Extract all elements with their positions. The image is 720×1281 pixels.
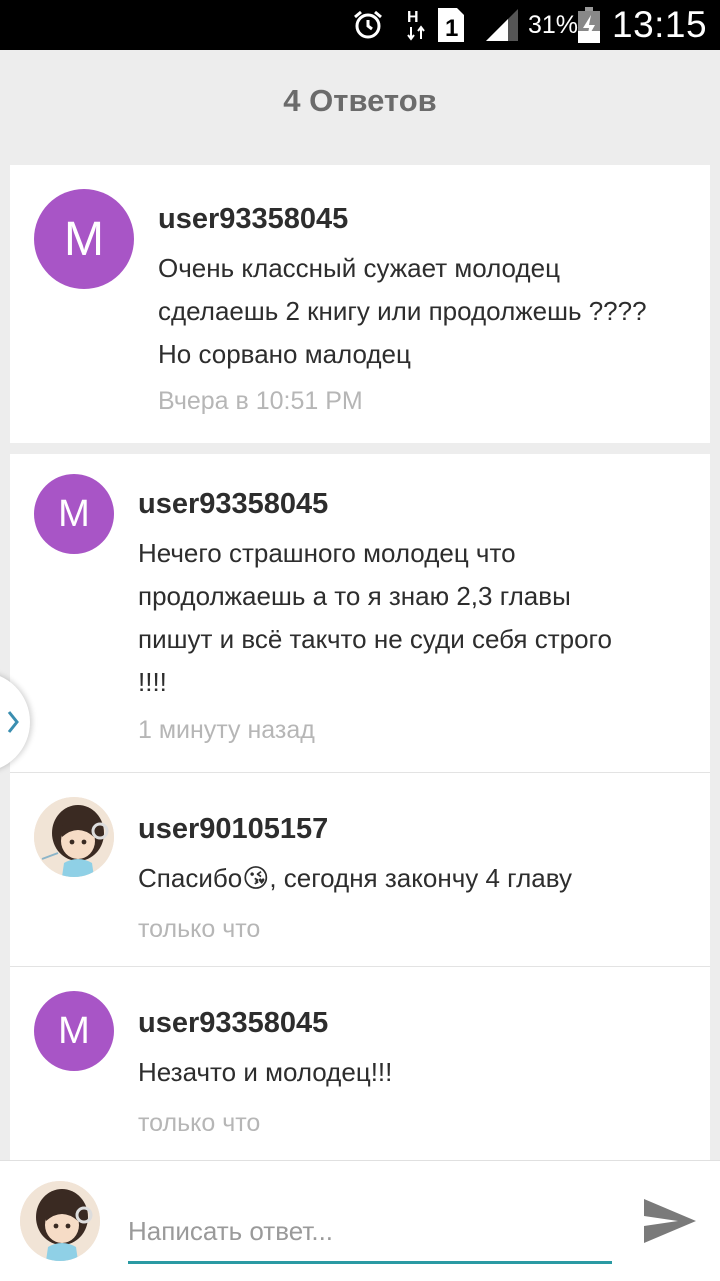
send-button[interactable] — [640, 1191, 700, 1251]
avatar[interactable]: M — [34, 991, 114, 1071]
username[interactable]: user90105157 — [138, 813, 328, 846]
comment-text-part: , сегодня закончу 4 главу — [269, 863, 572, 893]
parent-comment-card: M user93358045 Очень классный сужает мол… — [10, 165, 710, 443]
comment-timestamp: 1 минуту назад — [138, 716, 315, 744]
battery-charging-icon — [578, 0, 604, 50]
comment-text-part: Спасибо — [138, 863, 243, 893]
comment-text: Незачто и молодец!!! — [138, 1051, 698, 1094]
comment-timestamp: Вчера в 10:51 PM — [158, 387, 363, 415]
username[interactable]: user93358045 — [138, 488, 328, 521]
comment-timestamp: только что — [138, 1109, 261, 1137]
signal-icon — [484, 0, 524, 50]
avatar-letter: M — [64, 212, 104, 266]
reply-item[interactable]: user90105157 Спасибо😘, сегодня закончу 4… — [10, 773, 710, 966]
page-title: 4 Ответов — [283, 82, 437, 118]
comment-text-line: Очень классный сужает молодец — [158, 253, 560, 283]
sim-icon: 1 — [438, 0, 468, 50]
reply-item[interactable]: M user93358045 Нечего страшного молодец … — [10, 454, 710, 772]
comment-text-line: Но сорвано малодец — [158, 339, 411, 369]
comment-text: Нечего страшного молодец что продолжаешь… — [138, 532, 698, 704]
comment-text-line: сделаешь 2 книгу или продолжешь ???? — [158, 296, 647, 326]
avatar-letter: M — [58, 492, 90, 535]
avatar[interactable]: M — [34, 189, 134, 289]
reply-input[interactable] — [128, 1201, 612, 1264]
replies-card: M user93358045 Нечего страшного молодец … — [10, 454, 710, 1160]
comment-text-line: пишут и всё такчто не суди себя строго — [138, 624, 612, 654]
reply-bar — [0, 1160, 720, 1281]
username[interactable]: user93358045 — [158, 203, 348, 236]
svg-text:1: 1 — [445, 15, 458, 42]
network-h-icon: H — [404, 0, 430, 50]
kiss-emoji: 😘 — [242, 863, 270, 893]
avatar[interactable]: M — [34, 474, 114, 554]
current-user-avatar — [20, 1181, 100, 1261]
comment-text-line: !!!! — [138, 667, 167, 697]
username[interactable]: user93358045 — [138, 1007, 328, 1040]
reply-item[interactable]: M user93358045 Незачто и молодец!!! толь… — [10, 967, 710, 1160]
comment-item[interactable]: M user93358045 Очень классный сужает мол… — [10, 165, 710, 443]
svg-text:H: H — [407, 9, 419, 26]
comment-text-line: продолжаешь а то я знаю 2,3 главы — [138, 581, 571, 611]
anime-girl-avatar[interactable] — [34, 797, 114, 877]
comment-text-line: Незачто и молодец!!! — [138, 1057, 393, 1087]
comment-text-line: Нечего страшного молодец что — [138, 538, 516, 568]
alarm-icon — [352, 0, 388, 50]
comment-text: Спасибо😘, сегодня закончу 4 главу — [138, 857, 698, 900]
header: 4 Ответов — [0, 50, 720, 165]
chevron-right-icon — [7, 711, 19, 733]
status-bar: H 1 31% 13:15 — [0, 0, 720, 50]
battery-percent: 31% — [528, 10, 579, 39]
clock: 13:15 — [612, 4, 708, 45]
comment-timestamp: только что — [138, 915, 261, 943]
comment-text: Очень классный сужает молодец сделаешь 2… — [158, 247, 698, 376]
avatar-letter: M — [58, 1009, 90, 1052]
send-icon — [644, 1199, 696, 1243]
